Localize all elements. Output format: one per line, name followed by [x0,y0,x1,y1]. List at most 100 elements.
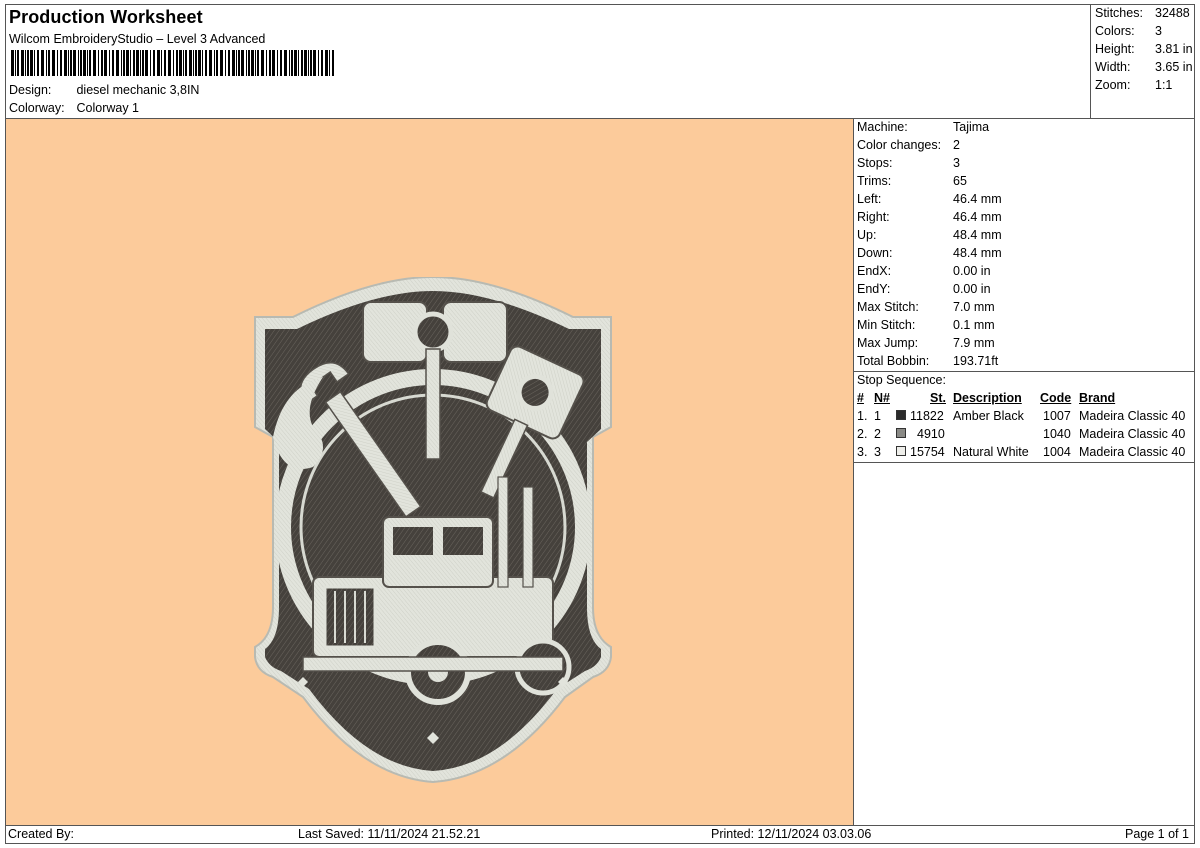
info-color-changes: Color changes: 2 [857,138,960,152]
thread-color-swatch [896,446,906,456]
barcode-bar [251,50,254,76]
barcode-bar [257,50,259,76]
barcode-bar [236,50,237,76]
footer-page-number: Page 1 of 1 [1125,827,1189,841]
barcode-bar [248,50,250,76]
barcode-bar [130,50,131,76]
info-label: Max Jump: [857,336,919,350]
info-label: Trims: [857,174,892,188]
col-header-index: # [857,391,864,405]
stat-width: Width: 3.65 in [1095,60,1193,74]
barcode-bar [291,50,293,76]
stop-description: Natural White [953,445,1029,459]
barcode-bar [209,50,212,76]
barcode-bar [266,50,267,76]
barcode-bar [11,50,14,76]
stop-needle: 1 [874,409,881,423]
info-label: Up: [857,228,877,242]
design-name: diesel mechanic 3,8IN [76,83,200,97]
barcode-bar [255,50,256,76]
info-label: EndX: [857,264,892,278]
barcode-bar [30,50,33,76]
footer-printed: Printed: 12/11/2024 03.03.06 [711,827,872,841]
barcode-bar [308,50,309,76]
barcode-bar [34,50,35,76]
barcode-bar [78,50,79,76]
barcode-bar [261,50,264,76]
barcode-bar [318,50,319,76]
barcode-bar [168,50,171,76]
stop-index: 1. [857,409,868,423]
stat-height: Height: 3.81 in [1095,42,1193,56]
stat-value: 3.65 in [1155,60,1193,74]
barcode-bar [150,50,151,76]
design-row: Design: diesel mechanic 3,8IN [9,83,199,97]
stat-label: Width: [1095,60,1131,74]
barcode-bar [48,50,50,76]
stop-stitch-count: 11822 [910,409,944,423]
barcode-bar [133,50,135,76]
barcode-bar [142,50,144,76]
info-label: Max Stitch: [857,300,919,314]
barcode-bar [205,50,207,76]
barcode-bar [46,50,47,76]
barcode-bar [183,50,184,76]
barcode-image [11,50,334,76]
info-endx: EndX: 0.00 in [857,264,991,278]
barcode-bar [83,50,86,76]
info-left: Left: 46.4 mm [857,192,1002,206]
barcode-bar [332,50,334,76]
col-header-description: Description [953,391,1022,405]
info-value: 46.4 mm [953,192,1002,206]
barcode-bar [195,50,197,76]
barcode-bar [145,50,148,76]
barcode-bar [298,50,299,76]
barcode-bar [329,50,330,76]
barcode-bar [52,50,55,76]
info-label: Machine: [857,120,908,134]
stat-label: Zoom: [1095,78,1131,92]
machine-info-panel: Machine: Tajima Color changes: 2 Stops: 3 T… [854,119,1195,825]
barcode-bar [136,50,139,76]
info-value: 193.71ft [953,354,999,368]
barcode-bar [93,50,96,76]
barcode-bar [238,50,240,76]
barcode-bar [272,50,275,76]
barcode-bar [269,50,271,76]
stop-code: 1004 [1043,445,1071,459]
info-value: 7.9 mm [953,336,995,350]
barcode-bar [241,50,244,76]
barcode-bar [214,50,215,76]
info-value: 3 [953,156,960,170]
embroidery-design-image [254,277,612,784]
barcode-bar [15,50,16,76]
stop-brand: Madeira Classic 40 [1079,409,1186,423]
barcode-bar [189,50,192,76]
thread-color-swatch [896,428,906,438]
col-header-code: Code [1040,391,1072,405]
barcode-bar [98,50,99,76]
barcode-bar [294,50,297,76]
barcode-bar [80,50,82,76]
barcode-bar [246,50,247,76]
stop-code: 1007 [1043,409,1071,423]
barcode-bar [161,50,162,76]
barcode-bar [193,50,194,76]
barcode-bar [164,50,166,76]
info-min-stitch: Min Stitch: 0.1 mm [857,318,995,332]
barcode-bar [101,50,103,76]
barcode-bar [228,50,230,76]
barcode-bar [225,50,226,76]
footer-last-saved: Last Saved: 11/11/2024 21.52.21 [298,827,481,841]
info-max-stitch: Max Stitch: 7.0 mm [857,300,995,314]
stop-stitch-count: 4910 [917,427,945,441]
info-stops: Stops: 3 [857,156,960,170]
barcode-bar [60,50,62,76]
barcode-bar [17,50,19,76]
barcode-bar [70,50,72,76]
info-label: Min Stitch: [857,318,916,332]
stop-code: 1040 [1043,427,1071,441]
colorway-label: Colorway: [9,101,65,115]
thread-color-swatch [896,410,906,420]
info-label: Total Bobbin: [857,354,930,368]
